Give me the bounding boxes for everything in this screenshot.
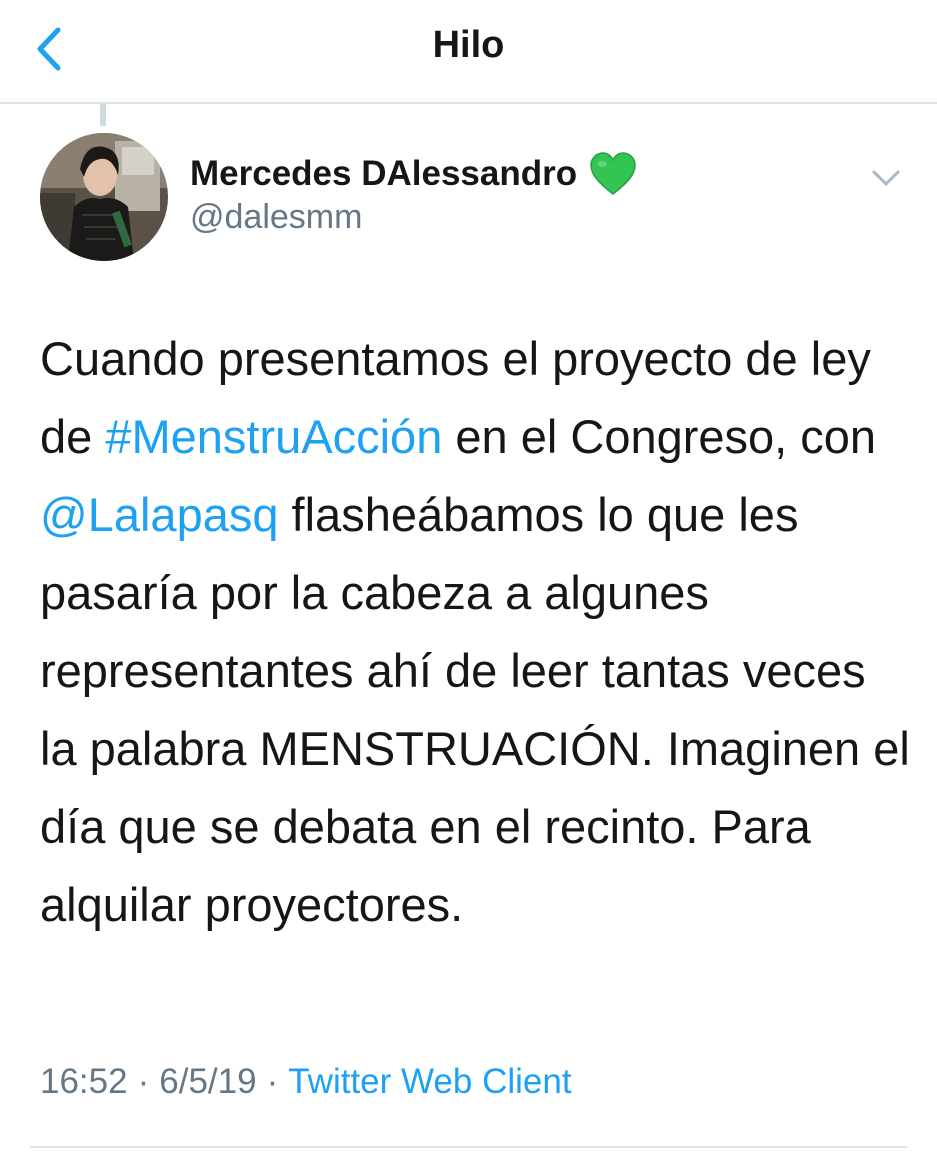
tweet-time: 16:52 [40, 1062, 128, 1101]
tweet-date: 6/5/19 [159, 1062, 257, 1101]
meta-separator: · [137, 1062, 150, 1101]
author-row: Mercedes DAlessandro [190, 150, 637, 198]
green-heart-icon [590, 152, 636, 195]
meta-separator: · [266, 1062, 279, 1101]
tweet-text-part-2: en el Congreso, con [442, 410, 877, 463]
page-title: Hilo [432, 24, 505, 66]
mention-link[interactable]: @Lalapasq [40, 488, 279, 541]
divider [30, 1146, 907, 1148]
tweet-text: Cuando presentamos el proyecto de ley de… [40, 320, 910, 944]
avatar[interactable] [40, 133, 168, 261]
tweet-source-link[interactable]: Twitter Web Client [288, 1062, 571, 1101]
chevron-down-icon[interactable] [866, 160, 906, 196]
author-handle[interactable]: @dalesmm [190, 198, 362, 237]
tweet-meta: 16:52 · 6/5/19 · Twitter Web Client [40, 1062, 572, 1102]
header-bar: Hilo [0, 0, 937, 104]
thread-connector-line [100, 104, 106, 126]
tweet-text-part-3: flasheábamos lo que les pasaría por la c… [40, 488, 910, 931]
author-name[interactable]: Mercedes DAlessandro [190, 154, 577, 194]
hashtag-link[interactable]: #MenstruAcción [105, 410, 442, 463]
